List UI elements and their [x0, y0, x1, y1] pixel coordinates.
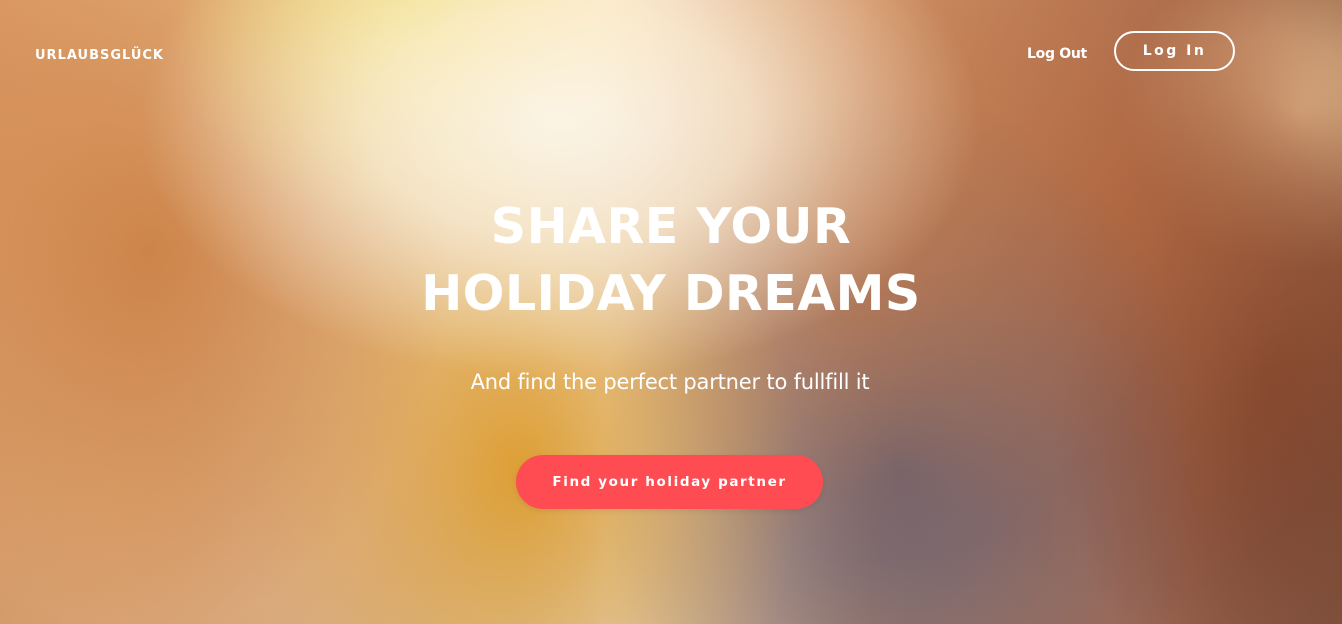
logout-link[interactable]: Log Out: [1027, 46, 1087, 62]
find-partner-button[interactable]: Find your holiday partner: [516, 455, 823, 509]
brand-logo[interactable]: URLAUBSGLÜCK: [35, 48, 164, 63]
hero-subline: And find the perfect partner to fullfill…: [470, 370, 870, 394]
headline-line-2: HOLIDAY DREAMS: [421, 265, 921, 322]
hero-section: URLAUBSGLÜCK Log Out Log In SHARE YOUR H…: [0, 0, 1342, 624]
login-button[interactable]: Log In: [1114, 31, 1235, 71]
headline-line-1: SHARE YOUR: [490, 198, 852, 255]
hero-headline: SHARE YOUR HOLIDAY DREAMS: [371, 193, 971, 327]
